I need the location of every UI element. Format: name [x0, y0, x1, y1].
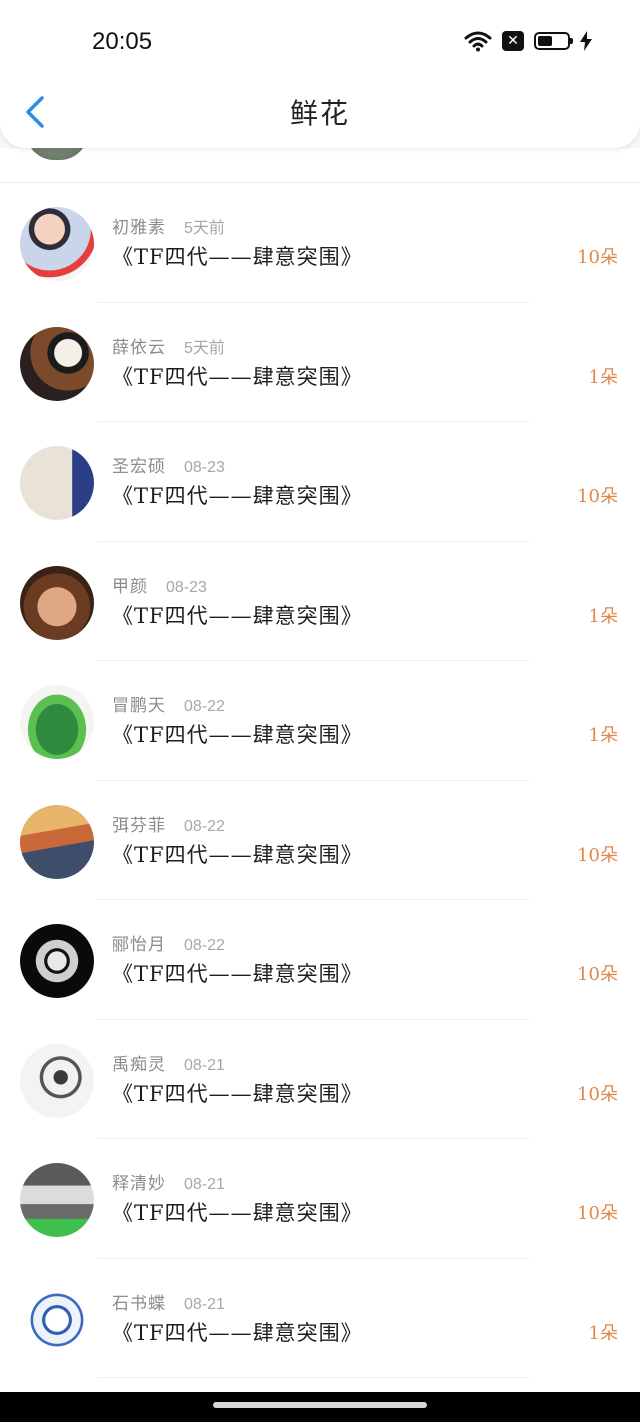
item-title: 《TF四代——肆意突围》: [112, 962, 363, 986]
avatar: [20, 326, 94, 401]
user-name: 冒鹏天: [112, 696, 166, 716]
divider: [98, 1377, 530, 1378]
timestamp: 08-23: [184, 459, 225, 476]
flower-count: 1朵: [588, 725, 618, 746]
avatar: [20, 804, 94, 879]
flower-count: 10朵: [577, 247, 618, 268]
timestamp: 08-23: [166, 578, 207, 596]
flower-count: 1朵: [588, 366, 618, 388]
notification-x-icon: ✕: [502, 31, 524, 51]
timestamp: 5天前: [184, 220, 225, 237]
flower-count: 10朵: [577, 844, 618, 866]
list-item[interactable]: 禹痴灵 08-21 《TF四代——肆意突围》 10朵: [0, 1020, 640, 1139]
wifi-icon: [464, 31, 492, 52]
timestamp: 08-21: [184, 1295, 225, 1313]
status-time: 20:05: [92, 28, 153, 55]
avatar: [20, 1043, 94, 1118]
avatar: [20, 446, 94, 520]
home-indicator[interactable]: [213, 1402, 427, 1408]
timestamp: 08-22: [184, 937, 225, 954]
list-item[interactable]: 释清妙 08-21 《TF四代——肆意突围》 10朵: [0, 1139, 640, 1259]
list-item[interactable]: 圣宏硕 08-23 《TF四代——肆意突围》 10朵: [0, 422, 640, 542]
timestamp: 08-22: [184, 817, 225, 835]
item-title: 《TF四代——肆意突围》: [112, 842, 363, 867]
list-item[interactable]: 冒鹏天 08-22 《TF四代——肆意突围》 1朵: [0, 661, 640, 781]
user-name: 甲颜: [112, 576, 148, 597]
timestamp: 5天前: [184, 339, 225, 357]
page-title: 鲜花: [289, 97, 350, 130]
user-name: 弭芬菲: [112, 815, 166, 836]
avatar: [20, 685, 94, 759]
avatar: [20, 1282, 94, 1357]
battery-icon: [534, 32, 573, 50]
item-title: 《TF四代——肆意突围》: [112, 484, 363, 508]
item-title: 《TF四代——肆意突围》: [112, 1320, 363, 1345]
avatar: [20, 565, 94, 640]
list-item[interactable]: 郦怡月 08-22 《TF四代——肆意突围》 10朵: [0, 900, 640, 1020]
user-name: 圣宏硕: [112, 457, 166, 477]
status-icons: ✕: [464, 30, 592, 52]
timestamp: 08-22: [184, 698, 225, 715]
list-item[interactable]: 石书蝶 08-21 《TF四代——肆意突围》 1朵: [0, 1259, 640, 1378]
user-name: 释清妙: [112, 1174, 166, 1194]
item-title: 《TF四代——肆意突围》: [112, 603, 363, 628]
user-name: 初雅素: [112, 218, 166, 238]
flower-count: 10朵: [577, 1203, 618, 1224]
user-name: 禹痴灵: [112, 1054, 166, 1075]
avatar: [20, 1163, 94, 1237]
item-title: 《TF四代——肆意突围》: [112, 1081, 363, 1106]
user-name: 石书蝶: [112, 1293, 166, 1314]
charging-icon: [580, 31, 592, 51]
user-name: 薛依云: [112, 337, 166, 358]
list-item[interactable]: 弭芬菲 08-22 《TF四代——肆意突围》 10朵: [0, 781, 640, 900]
list-item[interactable]: 初雅素 5天前 《TF四代——肆意突围》 10朵: [0, 183, 640, 303]
list-item[interactable]: 薛依云 5天前 《TF四代——肆意突围》 1朵: [0, 303, 640, 422]
flower-count: 10朵: [577, 964, 618, 985]
flower-count: 1朵: [588, 1322, 618, 1344]
avatar: [20, 924, 94, 998]
item-title: 《TF四代——肆意突围》: [112, 245, 363, 269]
navigation-bar: 20:05 ✕ 鲜花: [0, 0, 640, 148]
item-title: 《TF四代——肆意突围》: [112, 364, 363, 389]
flower-count: 10朵: [577, 1083, 618, 1105]
home-bar-area: [0, 1392, 640, 1422]
item-title: 《TF四代——肆意突围》: [112, 723, 363, 747]
flower-count: 1朵: [588, 605, 618, 627]
flower-count: 10朵: [577, 486, 618, 507]
avatar: [20, 207, 94, 281]
flower-list[interactable]: 初雅素 5天前 《TF四代——肆意突围》 10朵 薛依云 5天前 《TF四代——…: [0, 132, 640, 1392]
list-item[interactable]: 甲颜 08-23 《TF四代——肆意突围》 1朵: [0, 542, 640, 661]
timestamp: 08-21: [184, 1056, 225, 1074]
item-title: 《TF四代——肆意突围》: [112, 1201, 363, 1225]
user-name: 郦怡月: [112, 935, 166, 955]
timestamp: 08-21: [184, 1176, 225, 1193]
